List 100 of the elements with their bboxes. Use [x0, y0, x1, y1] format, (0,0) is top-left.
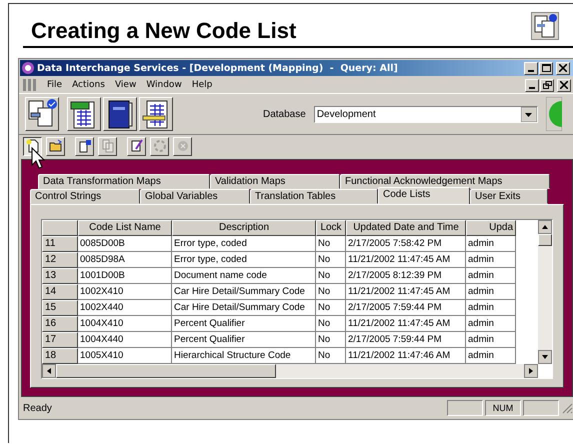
tab[interactable]: Global Variables	[140, 189, 250, 204]
table-cell: 11/21/2002 11:47:45 AM	[346, 284, 466, 300]
tab[interactable]: Validation Maps	[210, 174, 340, 189]
row-header[interactable]: 18	[42, 348, 78, 364]
scroll-thumb[interactable]	[538, 234, 552, 246]
table-cell: 1002X410	[78, 284, 172, 300]
open-button[interactable]	[46, 136, 65, 156]
restore-icon	[542, 81, 552, 89]
delete-icon	[176, 139, 190, 153]
minimize-button[interactable]	[524, 62, 538, 74]
table-cell: 2/17/2005 7:58:42 PM	[346, 236, 466, 252]
table-cell: No	[316, 284, 346, 300]
tab[interactable]: Functional Acknowledgement Maps	[340, 174, 550, 189]
row-header[interactable]: 14	[42, 284, 78, 300]
status-panel	[447, 400, 483, 416]
code-list-button[interactable]	[25, 97, 59, 131]
table-cell: 1004X440	[78, 332, 172, 348]
table-cell: admin	[466, 252, 516, 268]
table-cell: Percent Qualifier	[172, 332, 316, 348]
row-header[interactable]: 13	[42, 268, 78, 284]
close-icon	[560, 81, 568, 89]
table-cell: No	[316, 332, 346, 348]
row-header[interactable]: 11	[42, 236, 78, 252]
window-title: Data Interchange Services - [Development (Mapping) - Query: All]	[37, 62, 398, 74]
scroll-up-icon[interactable]	[538, 220, 552, 234]
pencil-icon	[130, 139, 144, 153]
scroll-thumb[interactable]	[56, 364, 276, 378]
tab[interactable]: Code Lists	[378, 187, 470, 204]
new-button[interactable]	[23, 136, 42, 156]
table-cell: 1002X440	[78, 300, 172, 316]
column-header[interactable]: Lock	[316, 220, 346, 236]
database-label: Database	[263, 108, 306, 120]
close-button[interactable]	[556, 62, 570, 74]
table-cell: Car Hire Detail/Summary Code	[172, 300, 316, 316]
table-cell: Car Hire Detail/Summary Code	[172, 284, 316, 300]
table-cell: 1004X410	[78, 316, 172, 332]
tab[interactable]: Control Strings	[30, 189, 140, 204]
document-icon	[531, 12, 559, 40]
menu-item[interactable]: Window	[146, 80, 182, 90]
row-header[interactable]: 12	[42, 252, 78, 268]
table-cell: Error type, coded	[172, 252, 316, 268]
tab[interactable]: User Exits	[470, 189, 548, 204]
table-cell: Document name code	[172, 268, 316, 284]
table-cell: Percent Qualifier	[172, 316, 316, 332]
table-cell: No	[316, 268, 346, 284]
table-cell: No	[316, 252, 346, 268]
vertical-scrollbar[interactable]	[538, 220, 552, 364]
row-header[interactable]: 15	[42, 300, 78, 316]
properties-button[interactable]	[75, 136, 94, 156]
dropdown-arrow-icon	[520, 106, 537, 122]
tab[interactable]: Data Transformation Maps	[38, 174, 210, 189]
table-button[interactable]	[139, 97, 173, 131]
scroll-left-icon[interactable]	[42, 364, 56, 378]
table-cell: 1001D00B	[78, 268, 172, 284]
status-panel	[523, 400, 559, 416]
horizontal-scrollbar[interactable]	[42, 364, 538, 378]
menu-item[interactable]: Help	[192, 80, 212, 90]
table-cell: admin	[466, 316, 516, 332]
maximize-icon	[542, 64, 550, 72]
menu-item[interactable]: Actions	[72, 80, 105, 90]
close-button[interactable]	[557, 78, 571, 92]
resize-grip-icon[interactable]	[561, 402, 573, 414]
tab[interactable]: Translation Tables	[250, 189, 378, 204]
row-header[interactable]: 16	[42, 316, 78, 332]
edi-book-button[interactable]	[103, 97, 137, 131]
table-cell: 2/17/2005 8:12:39 PM	[346, 268, 466, 284]
column-header[interactable]: Code List Name	[78, 220, 172, 236]
menu-item[interactable]: View	[114, 80, 136, 90]
maximize-button[interactable]	[539, 62, 553, 74]
column-header[interactable]: Upda	[466, 220, 516, 236]
table-cell: No	[316, 316, 346, 332]
restore-button[interactable]	[540, 78, 554, 92]
column-header[interactable]: Updated Date and Time	[346, 220, 466, 236]
table-cell: 0085D00B	[78, 236, 172, 252]
edit-button[interactable]	[127, 136, 146, 156]
xml-button[interactable]	[67, 97, 101, 131]
table-cell: No	[316, 300, 346, 316]
table-cell: admin	[466, 332, 516, 348]
table-cell: 0085D98A	[78, 252, 172, 268]
row-header[interactable]: 17	[42, 332, 78, 348]
table-cell: 2/17/2005 7:59:44 PM	[346, 332, 466, 348]
app-logo-icon	[22, 62, 34, 74]
table-cell: admin	[466, 268, 516, 284]
database-dropdown[interactable]: Development	[314, 106, 538, 122]
table-cell: admin	[466, 300, 516, 316]
column-header[interactable]: Description	[172, 220, 316, 236]
table-cell: 11/21/2002 11:47:45 AM	[346, 316, 466, 332]
document-icon	[78, 139, 92, 153]
table-cell: 2/17/2005 7:59:44 PM	[346, 300, 466, 316]
menu-item[interactable]: File	[47, 80, 62, 90]
dashed-circle-icon	[152, 139, 166, 153]
table-cell: 11/21/2002 11:47:45 AM	[346, 252, 466, 268]
status-text: Ready	[23, 402, 52, 414]
scroll-right-icon[interactable]	[524, 364, 538, 378]
table-cell: Error type, coded	[172, 236, 316, 252]
close-icon	[559, 64, 567, 72]
minimize-button[interactable]	[525, 78, 539, 92]
table-cell: admin	[466, 284, 516, 300]
folder-icon	[48, 139, 62, 153]
scroll-down-icon[interactable]	[538, 350, 552, 364]
